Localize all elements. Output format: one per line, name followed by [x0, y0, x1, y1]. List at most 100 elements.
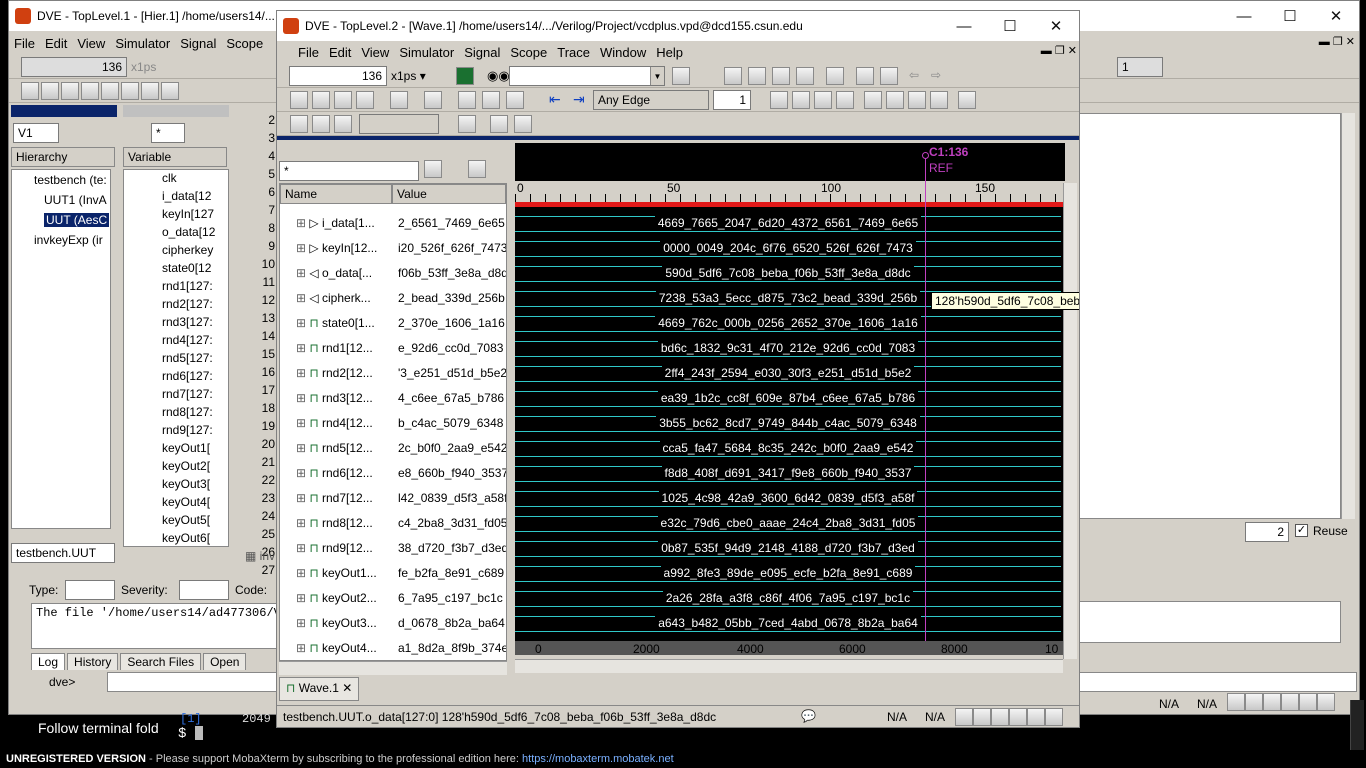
back-menu-file[interactable]: File: [9, 36, 40, 51]
menu-help[interactable]: Help: [651, 45, 688, 60]
wave-hscroll[interactable]: [515, 659, 1063, 673]
filter-icon[interactable]: [468, 160, 486, 178]
hierarchy-tab[interactable]: Hierarchy: [11, 147, 115, 167]
terminal-follow-text[interactable]: Follow terminal fold: [38, 720, 159, 736]
menu-signal[interactable]: Signal: [459, 45, 505, 60]
status-icon[interactable]: [1299, 693, 1317, 711]
source-tab[interactable]: ▦ inv: [245, 549, 275, 563]
variable-item[interactable]: keyIn[127: [162, 207, 214, 221]
status-icon[interactable]: [1263, 693, 1281, 711]
status-icon[interactable]: [991, 708, 1009, 726]
variable-filter[interactable]: *: [151, 123, 185, 143]
zoom-3-icon[interactable]: [908, 91, 926, 109]
toolbar-icon[interactable]: [506, 91, 524, 109]
search-combo[interactable]: ▼: [509, 66, 665, 86]
variable-item[interactable]: rnd6[127:: [162, 369, 213, 383]
binoculars-icon[interactable]: ◉◉: [487, 68, 510, 84]
wave-trace[interactable]: 4669_7665_2047_6d20_4372_6561_7469_6e65: [515, 211, 1061, 236]
wave-close-button[interactable]: ✕: [1033, 11, 1079, 41]
wave-trace[interactable]: 2a26_28fa_a3f8_c86f_4f06_7a95_c197_bc1c: [515, 586, 1061, 611]
variable-item[interactable]: rnd1[127:: [162, 279, 213, 293]
back-right-scrollbar[interactable]: [1341, 113, 1355, 519]
back-time-unit[interactable]: x1ps: [131, 60, 156, 74]
variable-item[interactable]: clk: [162, 171, 177, 185]
zoom-3-icon[interactable]: [141, 82, 159, 100]
pointer-icon[interactable]: [21, 82, 39, 100]
value-column-header[interactable]: Value: [392, 184, 506, 204]
tree-item-invkeyexp[interactable]: invkeyExp (ir: [34, 233, 103, 247]
toolbar-icon[interactable]: [458, 115, 476, 133]
open-tab[interactable]: Open: [203, 653, 247, 670]
signal-row[interactable]: ⊞ ⊓ rnd8[12... c4_2ba8_3d31_fd05: [280, 510, 506, 535]
back-menu-edit[interactable]: Edit: [40, 36, 72, 51]
pointer-icon[interactable]: [770, 91, 788, 109]
back-maximize-button[interactable]: ☐: [1267, 1, 1313, 31]
signal-row[interactable]: ⊞ ⊓ state0[1... 2_370e_1606_1a16: [280, 310, 506, 335]
wave-trace[interactable]: cca5_fa47_5684_8c35_242c_b0f0_2aa9_e542: [515, 436, 1061, 461]
cursor-line[interactable]: [925, 155, 926, 655]
variable-tab[interactable]: Variable: [123, 147, 227, 167]
signal-row[interactable]: ⊞ ⊓ rnd9[12... 38_d720_f3b7_d3ed: [280, 535, 506, 560]
variable-item[interactable]: keyOut5[: [162, 513, 210, 527]
edge-count-field[interactable]: 1: [713, 90, 751, 110]
toolbar-icon[interactable]: [672, 67, 690, 85]
signal-row[interactable]: ⊞ ⊓ keyOut2... 6_7a95_c197_bc1c: [280, 585, 506, 610]
toolbar-icon[interactable]: [424, 91, 442, 109]
signal-row[interactable]: ⊞ ⊓ rnd6[12... e8_660b_f940_3537: [280, 460, 506, 485]
log-type-select[interactable]: [65, 580, 115, 600]
toolbar-icon[interactable]: [290, 115, 308, 133]
menu-edit[interactable]: Edit: [324, 45, 356, 60]
wave-vscroll[interactable]: [1063, 183, 1077, 659]
status-icon[interactable]: [1009, 708, 1027, 726]
toolbar-icon[interactable]: [290, 91, 308, 109]
history-tab[interactable]: History: [67, 653, 119, 670]
wave-tab[interactable]: ⊓ Wave.1 ✕: [279, 677, 360, 701]
back-menu-scope[interactable]: Scope: [221, 36, 268, 51]
status-icon[interactable]: [1227, 693, 1245, 711]
toolbar-icon[interactable]: [826, 67, 844, 85]
zoom-out-icon[interactable]: [61, 82, 79, 100]
chat-icon[interactable]: 💬: [801, 709, 816, 723]
search-files-tab[interactable]: Search Files: [120, 653, 202, 670]
forward-arrow-icon[interactable]: ⇨: [931, 68, 941, 82]
menu-view[interactable]: View: [356, 45, 394, 60]
variable-item[interactable]: keyOut4[: [162, 495, 210, 509]
signal-row[interactable]: ⊞ ⊓ rnd2[12... '3_e251_d51d_b5e2: [280, 360, 506, 385]
variable-item[interactable]: rnd4[127:: [162, 333, 213, 347]
variable-item[interactable]: i_data[12: [162, 189, 211, 203]
variable-item[interactable]: keyOut1[: [162, 441, 210, 455]
signal-row[interactable]: ⊞ ◁ cipherk... 2_bead_339d_256b: [280, 285, 506, 310]
status-icon[interactable]: [1317, 693, 1335, 711]
signal-row[interactable]: ⊞ ⊓ rnd3[12... 4_c6ee_67a5_b786: [280, 385, 506, 410]
wave-trace[interactable]: f8d8_408f_d691_3417_f9e8_660b_f940_3537: [515, 461, 1061, 486]
variable-item[interactable]: rnd3[127:: [162, 315, 213, 329]
status-icon[interactable]: [1281, 693, 1299, 711]
wave-trace[interactable]: ea39_1b2c_cc8f_609e_87b4_c6ee_67a5_b786: [515, 386, 1061, 411]
toolbar-icon[interactable]: [356, 91, 374, 109]
zoom-4-icon[interactable]: [930, 91, 948, 109]
time-field[interactable]: 136: [289, 66, 387, 86]
menu-window[interactable]: Window: [595, 45, 651, 60]
signal-row[interactable]: ⊞ ⊓ rnd7[12... l42_0839_d5f3_a58f: [280, 485, 506, 510]
toolbar-icon[interactable]: [482, 91, 500, 109]
back-right-field[interactable]: 1: [1117, 57, 1163, 77]
zoom-full-icon[interactable]: [958, 91, 976, 109]
variable-item[interactable]: state0[12: [162, 261, 211, 275]
toolbar-icon[interactable]: [514, 115, 532, 133]
back-menu-simulator[interactable]: Simulator: [110, 36, 175, 51]
zoom-out-icon[interactable]: [814, 91, 832, 109]
variable-item[interactable]: keyOut6[: [162, 531, 210, 545]
wave-mdi-controls[interactable]: ▬ ❐ ✕: [1041, 44, 1077, 57]
status-icon[interactable]: [1027, 708, 1045, 726]
signal-row[interactable]: ⊞ ⊓ keyOut3... d_0678_8b2a_ba64: [280, 610, 506, 635]
variable-item[interactable]: rnd5[127:: [162, 351, 213, 365]
scope-field[interactable]: testbench.UUT: [11, 543, 115, 563]
wave-trace[interactable]: 2ff4_243f_2594_e030_30f3_e251_d51d_b5e2: [515, 361, 1061, 386]
signal-hscroll[interactable]: [279, 661, 507, 675]
wave-trace[interactable]: 0b87_535f_94d9_2148_4188_d720_f3b7_d3ed: [515, 536, 1061, 561]
signal-row[interactable]: ⊞ ⊓ keyOut4... a1_8d2a_8f9b_374e: [280, 635, 506, 660]
signal-row[interactable]: ⊞ ⊓ rnd1[12... e_92d6_cc0d_7083: [280, 335, 506, 360]
signal-row[interactable]: ⊞ ⊓ rnd5[12... 2c_b0f0_2aa9_e542: [280, 435, 506, 460]
wave-minimize-button[interactable]: —: [941, 11, 987, 41]
zoom-fit-icon[interactable]: [864, 91, 882, 109]
